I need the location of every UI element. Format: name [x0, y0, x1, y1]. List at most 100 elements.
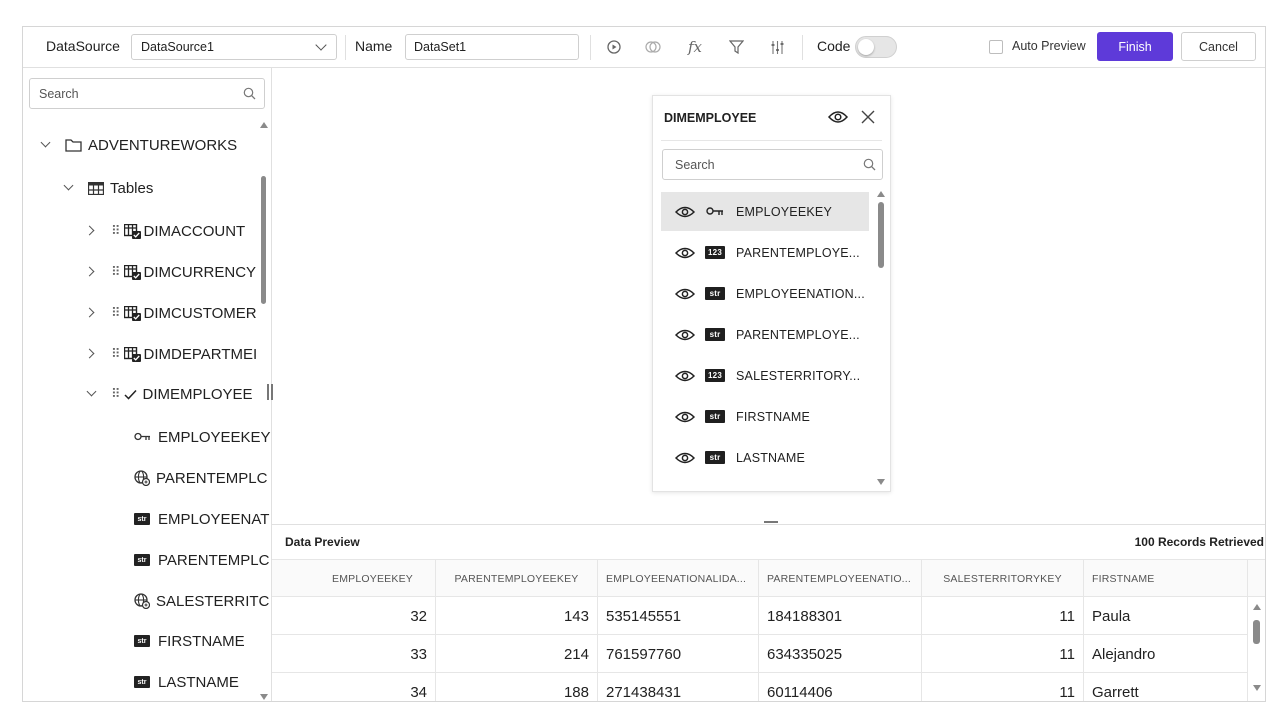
tree-node-table[interactable]: ⠿ DIMDEPARTMEI — [87, 342, 257, 366]
scrollbar-thumb[interactable] — [261, 176, 266, 304]
tree-node-column[interactable]: EMPLOYEEKEY — [134, 425, 271, 449]
scroll-down-icon[interactable] — [877, 479, 885, 485]
tree-node-table-selected[interactable]: ⠿ DIMEMPLOYEE — [87, 382, 253, 406]
tree-node-column[interactable]: str EMPLOYEENAT — [134, 507, 269, 531]
auto-preview-checkbox[interactable] — [989, 40, 1003, 54]
field-search-input[interactable]: Search — [662, 149, 883, 180]
scroll-up-icon[interactable] — [877, 191, 885, 197]
drag-handle-icon[interactable]: ⠿ — [111, 264, 120, 280]
eye-icon[interactable] — [675, 328, 695, 342]
field-label: FIRSTNAME — [736, 409, 811, 424]
str-icon: str — [134, 676, 150, 688]
settings-sliders-icon[interactable] — [766, 36, 788, 58]
schema-search-input[interactable]: Search — [29, 78, 265, 109]
field-row[interactable]: 123 SALESTERRITORY... — [661, 356, 869, 395]
field-row[interactable]: str FIRSTNAME — [661, 397, 869, 436]
string-type-icon: str — [705, 410, 725, 423]
tree-node-tables[interactable]: Tables — [64, 176, 153, 200]
chevron-down-icon[interactable] — [87, 389, 97, 399]
close-icon[interactable] — [861, 110, 875, 129]
cell: 761597760 — [598, 635, 759, 673]
tree-node-column[interactable]: str LASTNAME — [134, 670, 239, 694]
play-icon[interactable] — [603, 36, 625, 58]
eye-icon[interactable] — [827, 109, 849, 130]
field-label: SALESTERRITORY... — [736, 368, 861, 383]
auto-preview-label: Auto Preview — [1012, 39, 1086, 53]
field-row[interactable]: str PARENTEMPLOYE... — [661, 315, 869, 354]
finish-button[interactable]: Finish — [1097, 32, 1173, 61]
eye-icon[interactable] — [675, 410, 695, 424]
table-row[interactable]: 34 188 271438431 60114406 11 Garrett — [272, 673, 1248, 701]
datasource-dropdown[interactable]: DataSource1 — [131, 34, 337, 60]
drag-handle-icon[interactable]: ⠿ — [111, 223, 120, 239]
records-count: 100 Records Retrieved — [1134, 535, 1264, 549]
table-row[interactable]: 32 143 535145551 184188301 11 Paula — [272, 597, 1248, 635]
string-type-icon: str — [705, 451, 725, 464]
cell: 34 — [272, 673, 436, 701]
filter-icon[interactable] — [725, 36, 747, 58]
scroll-up-icon[interactable] — [1253, 604, 1261, 610]
chevron-right-icon[interactable] — [87, 308, 97, 318]
divider — [345, 35, 346, 60]
eye-icon[interactable] — [675, 369, 695, 383]
table-card: DIMEMPLOYEE Search EMPLOYEEKEY 123 PAREN… — [652, 95, 891, 492]
panel-resize-handle[interactable] — [267, 384, 273, 402]
tree-node-column[interactable]: SALESTERRITC — [134, 589, 269, 613]
tree-node-column[interactable]: PARENTEMPLC — [134, 466, 267, 490]
scroll-down-icon[interactable] — [260, 694, 268, 700]
drag-handle-icon[interactable]: ⠿ — [111, 386, 120, 402]
eye-icon[interactable] — [675, 287, 695, 301]
column-header[interactable]: SALESTERRITORYKEY — [922, 560, 1084, 598]
tree-node-label: ADVENTUREWORKS — [88, 136, 238, 154]
cell: 188 — [436, 673, 598, 701]
table-check-icon — [123, 264, 141, 280]
tree-node-table[interactable]: ⠿ DIMCUSTOMER — [87, 301, 257, 325]
tree-node-label: DIMCURRENCY — [143, 263, 257, 281]
number-type-icon: 123 — [705, 369, 725, 382]
chevron-right-icon[interactable] — [87, 349, 97, 359]
column-header[interactable]: EMPLOYEENATIONALIDA... — [598, 560, 759, 598]
column-header[interactable]: PARENTEMPLOYEEKEY — [436, 560, 598, 598]
string-type-icon: str — [705, 287, 725, 300]
eye-icon[interactable] — [675, 246, 695, 260]
schema-panel: Search ADVENTUREWORKS Tables ⠿ DIMACCOUN… — [23, 68, 272, 701]
tree-node-root[interactable]: ADVENTUREWORKS — [41, 133, 237, 157]
divider — [802, 35, 803, 60]
tree-node-table[interactable]: ⠿ DIMCURRENCY — [87, 260, 256, 284]
field-row[interactable]: EMPLOYEEKEY — [661, 192, 869, 231]
tree-node-column[interactable]: str FIRSTNAME — [134, 629, 245, 653]
dataset-name-input[interactable]: DataSet1 — [405, 34, 579, 60]
field-label: PARENTEMPLOYE... — [736, 245, 860, 260]
column-header[interactable]: PARENTEMPLOYEENATIO... — [759, 560, 922, 598]
tree-node-column[interactable]: str PARENTEMPLC — [134, 548, 269, 572]
eye-icon[interactable] — [675, 451, 695, 465]
scrollbar-thumb[interactable] — [1253, 620, 1260, 644]
str-icon: str — [134, 513, 150, 525]
chevron-down-icon[interactable] — [64, 183, 74, 193]
table-check-icon — [123, 305, 141, 321]
drag-handle-icon[interactable]: ⠿ — [111, 305, 120, 321]
scrollbar-thumb[interactable] — [878, 202, 884, 268]
field-row[interactable]: str LASTNAME — [661, 438, 869, 477]
field-row[interactable]: str EMPLOYEENATION... — [661, 274, 869, 313]
preview-toggle-icon[interactable] — [642, 36, 664, 58]
chevron-right-icon[interactable] — [87, 267, 97, 277]
table-row[interactable]: 33 214 761597760 634335025 11 Alejandro — [272, 635, 1248, 673]
eye-icon[interactable] — [675, 205, 695, 219]
data-preview-panel: Data Preview 100 Records Retrieved EMPLO… — [272, 524, 1265, 701]
chevron-down-icon[interactable] — [41, 140, 51, 150]
expression-icon[interactable]: fx — [684, 36, 706, 58]
field-label: EMPLOYEEKEY — [736, 204, 832, 219]
field-row[interactable]: 123 PARENTEMPLOYE... — [661, 233, 869, 272]
search-placeholder: Search — [675, 158, 715, 172]
column-header[interactable]: EMPLOYEEKEY — [272, 560, 436, 598]
cancel-button[interactable]: Cancel — [1181, 32, 1256, 61]
column-header[interactable]: FIRSTNAME — [1084, 560, 1248, 598]
scroll-up-icon[interactable] — [260, 122, 268, 128]
tree-node-table[interactable]: ⠿ DIMACCOUNT — [87, 219, 245, 243]
code-toggle[interactable] — [855, 36, 897, 58]
drag-handle-icon[interactable]: ⠿ — [111, 346, 120, 362]
toggle-knob — [858, 39, 874, 55]
scroll-down-icon[interactable] — [1253, 685, 1261, 691]
chevron-right-icon[interactable] — [87, 226, 97, 236]
